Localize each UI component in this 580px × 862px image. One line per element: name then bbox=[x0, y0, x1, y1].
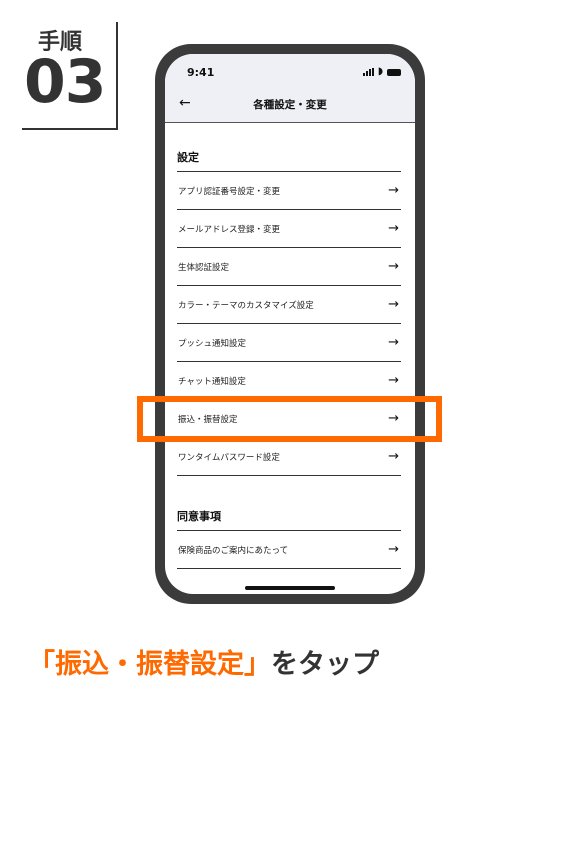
arrow-right-icon: → bbox=[388, 297, 399, 312]
list-item-chat[interactable]: チャット通知設定 → bbox=[177, 362, 401, 400]
caption-text: をタップ bbox=[271, 649, 379, 680]
list-item-label: 生体認証設定 bbox=[178, 262, 230, 273]
status-time: 9:41 bbox=[187, 66, 215, 79]
arrow-right-icon: → bbox=[388, 221, 399, 236]
list-item-label: カラー・テーマのカスタマイズ設定 bbox=[178, 300, 314, 311]
phone-frame: 9:41 ◗ ← 各種設定・変更 設定 アプリ認証番号設定・変更 → メールアド… bbox=[155, 44, 425, 604]
arrow-right-icon: → bbox=[388, 373, 399, 388]
arrow-right-icon: → bbox=[388, 542, 399, 557]
page-title: 各種設定・変更 bbox=[253, 99, 327, 111]
wifi-icon: ◗ bbox=[377, 66, 383, 77]
consent-section-title: 同意事項 bbox=[177, 476, 401, 531]
list-item-label: ワンタイムパスワード設定 bbox=[178, 452, 280, 463]
settings-section-title: 設定 bbox=[177, 123, 401, 172]
caption-highlight: 「振込・振替設定」 bbox=[28, 649, 271, 680]
arrow-right-icon: → bbox=[388, 183, 399, 198]
list-item-biometric[interactable]: 生体認証設定 → bbox=[177, 248, 401, 286]
status-icons: ◗ bbox=[362, 66, 401, 77]
signal-icon bbox=[362, 68, 374, 76]
list-item-insurance[interactable]: 保険商品のご案内にあたって → bbox=[177, 531, 401, 569]
list-item-otp[interactable]: ワンタイムパスワード設定 → bbox=[177, 438, 401, 476]
tap-highlight-box bbox=[137, 396, 442, 442]
list-item-label: プッシュ通知設定 bbox=[178, 338, 247, 349]
list-item-label: 保険商品のご案内にあたって bbox=[178, 545, 289, 556]
app-header: 9:41 ◗ ← 各種設定・変更 bbox=[165, 54, 415, 123]
list-item-email[interactable]: メールアドレス登録・変更 → bbox=[177, 210, 401, 248]
list-item-label: アプリ認証番号設定・変更 bbox=[178, 186, 281, 197]
step-number: 03 bbox=[24, 47, 106, 117]
arrow-right-icon: → bbox=[388, 335, 399, 350]
list-item-theme[interactable]: カラー・テーマのカスタマイズ設定 → bbox=[177, 286, 401, 324]
list-item-label: メールアドレス登録・変更 bbox=[178, 224, 281, 235]
list-item-push[interactable]: プッシュ通知設定 → bbox=[177, 324, 401, 362]
list-item-app-pin[interactable]: アプリ認証番号設定・変更 → bbox=[177, 172, 401, 210]
settings-list: 設定 アプリ認証番号設定・変更 → メールアドレス登録・変更 → 生体認証設定 … bbox=[177, 123, 401, 569]
instruction-caption: 「振込・振替設定」をタップ bbox=[28, 642, 379, 681]
arrow-right-icon: → bbox=[388, 259, 399, 274]
phone-screen: 9:41 ◗ ← 各種設定・変更 設定 アプリ認証番号設定・変更 → メールアド… bbox=[165, 54, 415, 594]
step-badge: 手順 03 bbox=[22, 22, 118, 130]
list-item-label: チャット通知設定 bbox=[178, 376, 246, 387]
home-indicator bbox=[245, 586, 335, 590]
arrow-right-icon: → bbox=[388, 449, 399, 464]
battery-icon bbox=[387, 68, 401, 76]
